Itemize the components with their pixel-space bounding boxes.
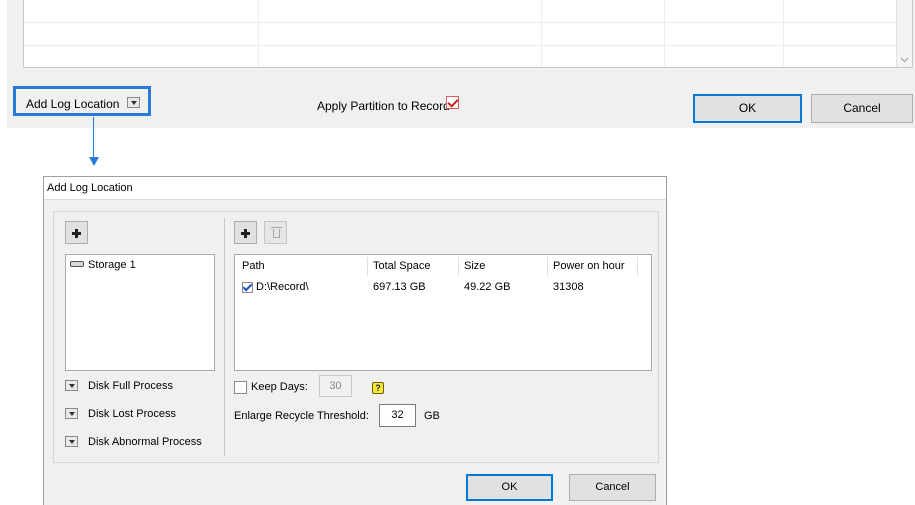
enlarge-recycle-input[interactable]: 32 (379, 404, 416, 427)
grid-column-divider (783, 0, 784, 67)
enlarge-recycle-unit: GB (424, 410, 440, 422)
disk-full-process-label: Disk Full Process (88, 380, 173, 392)
add-log-location-dropdown-icon[interactable] (127, 97, 140, 108)
add-log-location-label: Add Log Location (26, 97, 120, 111)
hard-drive-icon (70, 261, 84, 268)
grid-column-divider (664, 0, 665, 67)
delete-path-button[interactable] (264, 221, 287, 244)
grid-row-divider (24, 45, 896, 46)
add-log-location-dialog: Add Log Location Storage 1 Disk Full Pro… (43, 176, 667, 505)
add-path-button[interactable] (234, 221, 257, 244)
apply-partition-checkbox[interactable] (446, 96, 459, 109)
enlarge-recycle-label: Enlarge Recycle Threshold: (234, 410, 369, 422)
keep-days-input[interactable]: 30 (319, 375, 352, 397)
chevron-down-icon[interactable] (65, 435, 78, 447)
column-divider (224, 218, 225, 456)
grid-column-divider (258, 0, 259, 67)
column-header-size[interactable]: Size (464, 260, 485, 272)
column-header-total-space[interactable]: Total Space (373, 260, 430, 272)
cell-path[interactable]: D:\Record\ (256, 281, 309, 293)
add-storage-button[interactable] (65, 221, 88, 244)
grid-row-divider (24, 22, 896, 23)
scroll-down-icon[interactable] (900, 55, 909, 64)
chevron-down-icon[interactable] (65, 407, 78, 419)
cell-size: 49.22 GB (464, 281, 511, 293)
add-log-location-highlight[interactable]: Add Log Location (13, 86, 151, 116)
dialog-cancel-button[interactable]: Cancel (569, 474, 656, 501)
dialog-title: Add Log Location (47, 182, 133, 194)
cell-power-on-hour: 31308 (553, 281, 584, 293)
chevron-down-icon[interactable] (65, 379, 78, 391)
main-ok-button[interactable]: OK (693, 94, 802, 123)
storage-item-label: Storage 1 (88, 259, 136, 271)
grid-scrollbar[interactable] (896, 0, 912, 67)
grid-column-divider (541, 0, 542, 67)
column-header-path[interactable]: Path (242, 260, 265, 272)
path-table[interactable]: Path Total Space Size Power on hour D:\R… (234, 254, 652, 371)
keep-days-label: Keep Days: (251, 381, 308, 393)
main-cancel-button[interactable]: Cancel (811, 94, 913, 123)
dialog-body: Storage 1 Disk Full Process Disk Lost Pr… (53, 211, 659, 463)
column-header-power-on-hour[interactable]: Power on hour (553, 260, 625, 272)
dialog-titlebar[interactable]: Add Log Location (44, 177, 666, 200)
dialog-ok-button[interactable]: OK (466, 474, 553, 501)
help-icon[interactable]: ? (372, 382, 384, 394)
keep-days-checkbox[interactable] (234, 381, 247, 394)
disk-abnormal-process-row[interactable]: Disk Abnormal Process (65, 435, 202, 448)
apply-partition-label: Apply Partition to Record (317, 99, 450, 113)
trash-icon (271, 227, 282, 228)
disk-lost-process-row[interactable]: Disk Lost Process (65, 407, 177, 420)
partition-grid[interactable] (23, 0, 913, 68)
row-checkbox[interactable] (242, 282, 253, 293)
column-header-divider[interactable] (547, 257, 548, 276)
callout-arrow-icon (89, 157, 99, 166)
storage-list-item[interactable]: Storage 1 (70, 259, 136, 271)
trash-icon-body (273, 229, 280, 238)
storage-list[interactable]: Storage 1 (65, 254, 215, 371)
disk-full-process-row[interactable]: Disk Full Process (65, 379, 173, 392)
column-header-divider[interactable] (637, 257, 638, 276)
disk-lost-process-label: Disk Lost Process (88, 408, 177, 420)
disk-abnormal-process-label: Disk Abnormal Process (88, 436, 202, 448)
cell-total-space: 697.13 GB (373, 281, 426, 293)
column-header-divider[interactable] (458, 257, 459, 276)
callout-connector-line (93, 117, 94, 159)
column-header-divider[interactable] (367, 257, 368, 276)
